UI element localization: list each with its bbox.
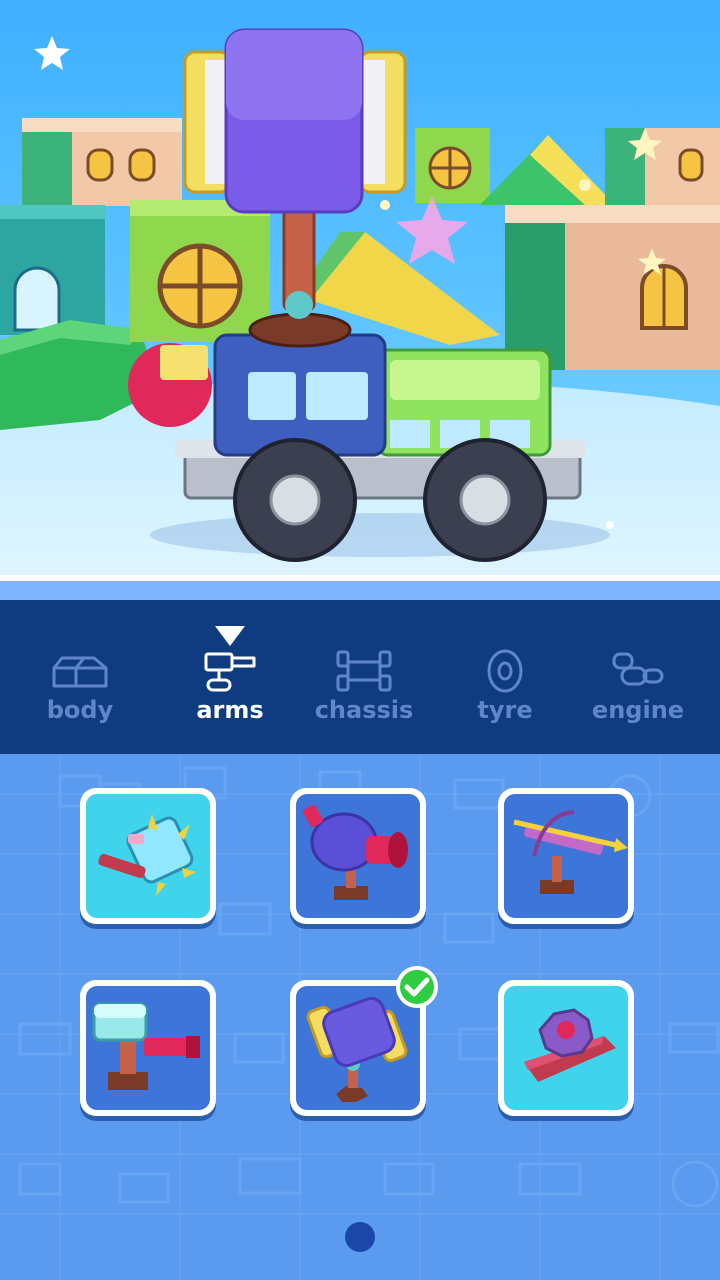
house-right-big: [505, 205, 720, 370]
spiked-drum-icon: [98, 814, 196, 896]
selected-check-icon: [396, 966, 438, 1008]
cannon-icon: [303, 804, 408, 900]
active-tab-pointer-icon: [215, 626, 245, 646]
tab-tyre-label: tyre: [477, 696, 533, 724]
tab-body[interactable]: body: [8, 600, 152, 754]
tab-arms[interactable]: arms: [158, 600, 302, 754]
tab-engine[interactable]: engine: [566, 600, 710, 754]
tyre-icon: [487, 649, 523, 693]
item-card-mallet[interactable]: [290, 966, 438, 1116]
tab-chassis[interactable]: chassis: [292, 600, 436, 754]
tab-body-label: body: [46, 696, 114, 724]
house-left: [22, 118, 182, 206]
crossbow-icon: [513, 810, 628, 894]
engine-icon: [612, 652, 664, 686]
chassis-icon: [336, 650, 392, 692]
house-green-center: [130, 200, 270, 342]
item-card-crossbow[interactable]: [498, 788, 634, 924]
tab-tyre[interactable]: tyre: [433, 600, 577, 754]
house-right-top: [605, 128, 720, 206]
item-card-piston-hammer[interactable]: [80, 980, 216, 1116]
house-teal: [0, 205, 105, 335]
tab-engine-label: engine: [591, 696, 685, 724]
tab-chassis-label: chassis: [314, 696, 414, 724]
item-card-cannon[interactable]: [290, 788, 426, 924]
house-green-small: [415, 128, 490, 203]
page-indicator-dot: [345, 1222, 375, 1252]
arms-icon: [204, 652, 256, 692]
body-icon: [52, 656, 108, 688]
category-tab-bar: body arms chassis tyre engine: [0, 600, 720, 754]
saw-blade-icon: [524, 1008, 616, 1082]
item-card-saw-blade[interactable]: [498, 980, 634, 1116]
item-card-spiked-drum[interactable]: [80, 788, 216, 924]
scene-divider: [0, 575, 720, 600]
tab-arms-label: arms: [196, 696, 264, 724]
item-grid-area: [0, 754, 720, 1280]
piston-hammer-icon: [92, 1002, 200, 1090]
vehicle-preview-scene: [0, 0, 720, 600]
